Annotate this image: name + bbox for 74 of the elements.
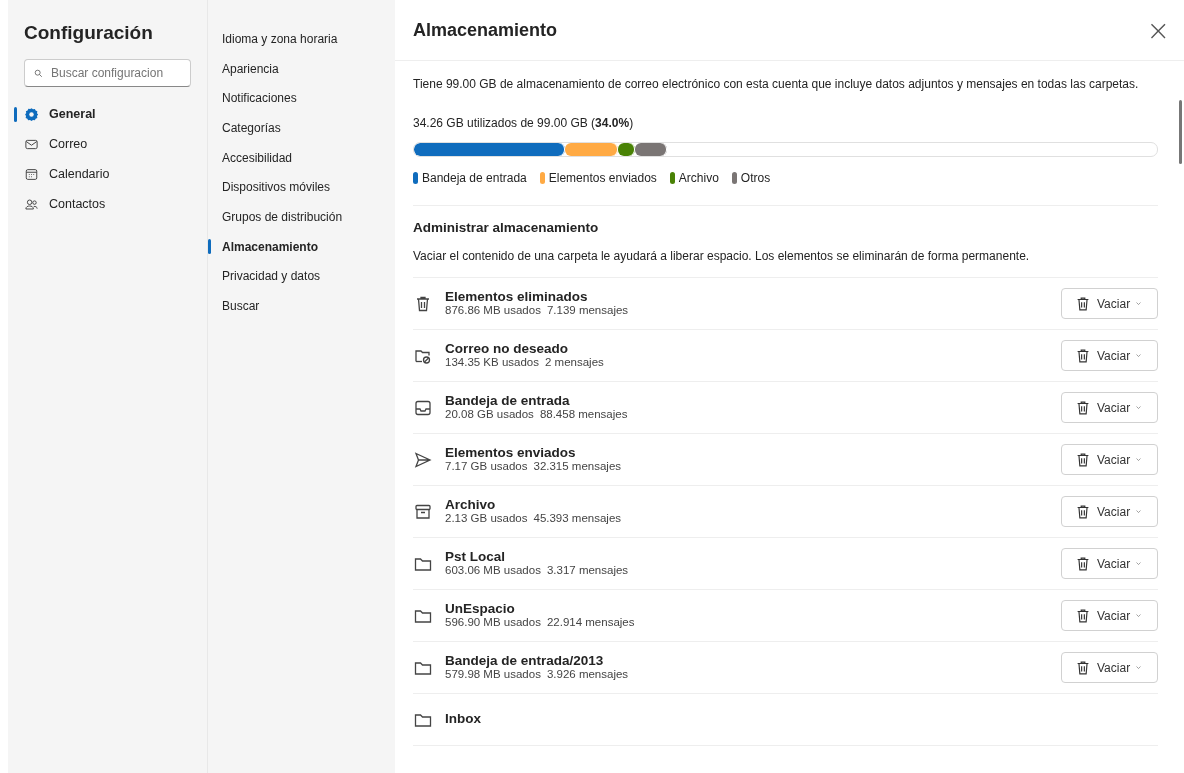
sidebar-item[interactable]: General xyxy=(24,99,191,129)
folder-name: Bandeja de entrada xyxy=(445,393,571,408)
message-count: 2 mensajes xyxy=(545,356,604,368)
empty-folder-button[interactable]: Vaciar xyxy=(1061,444,1158,475)
folder-size: 876.86 MB usados xyxy=(445,304,541,316)
folder-size: 134.35 KB usados xyxy=(445,356,539,368)
folder-size: 579.98 MB usados xyxy=(445,668,541,680)
legend-label: Elementos enviados xyxy=(548,171,657,185)
usage-summary: 34.26 GB utilizados de 99.00 GB (34.0%) xyxy=(413,115,635,132)
subnav-item[interactable]: Grupos de distribución xyxy=(208,202,395,232)
folder-size: 20.08 GB usados xyxy=(445,408,534,420)
subnav-item[interactable]: Buscar xyxy=(208,291,395,321)
close-button[interactable]: × xyxy=(1142,13,1174,47)
message-count: 88.458 mensajes xyxy=(539,408,628,420)
subnav-item[interactable]: Almacenamiento xyxy=(208,231,395,262)
legend-label: Archivo xyxy=(678,171,719,185)
empty-folder-button[interactable]: Vaciar xyxy=(1061,392,1158,423)
chevron-down-icon xyxy=(1135,457,1143,462)
subnav-item[interactable]: Apariencia xyxy=(208,53,395,84)
empty-folder-button[interactable]: Vaciar xyxy=(1061,288,1158,319)
folder-size: 603.06 MB usados xyxy=(445,564,541,576)
storage-description: Tiene 99.00 GB de almacenamiento de correo electrónico con esta cuenta que incluye datos adjuntos y mensajes en todas las carpetas. xyxy=(413,76,1140,93)
legend-label: Otros xyxy=(740,171,771,185)
section-title: Administrar almacenamiento xyxy=(413,220,600,235)
sidebar-item[interactable]: Calendario xyxy=(24,159,191,189)
folder-name: Pst Local xyxy=(445,549,507,564)
subnav-item[interactable]: Categorías xyxy=(208,113,395,143)
chevron-down-icon xyxy=(1135,561,1143,566)
folder-name: Bandeja de entrada/2013 xyxy=(445,653,605,668)
sidebar-item[interactable]: Correo xyxy=(24,129,191,159)
empty-folder-button[interactable]: Vaciar xyxy=(1061,496,1158,527)
sidebar-item[interactable]: Contactos xyxy=(24,189,191,219)
empty-folder-button[interactable]: Vaciar xyxy=(1061,652,1158,683)
folder-name: Correo no deseado xyxy=(445,341,570,356)
settings-title: Configuración xyxy=(24,22,154,44)
search-field[interactable]: Buscar configuracion xyxy=(24,59,191,87)
subnav-item[interactable]: Dispositivos móviles xyxy=(208,172,395,203)
folder-name: Elementos eliminados xyxy=(445,289,589,304)
panel-title: Almacenamiento xyxy=(413,19,558,41)
chevron-down-icon xyxy=(1135,353,1143,358)
chevron-down-icon xyxy=(1135,301,1143,306)
selection-indicator xyxy=(14,107,17,122)
message-count: 7.139 mensajes xyxy=(546,304,629,316)
folder-name: Inbox xyxy=(445,711,482,726)
message-count: 3.926 mensajes xyxy=(546,668,629,680)
empty-folder-button[interactable]: Vaciar xyxy=(1061,340,1158,371)
empty-folder-button[interactable]: Vaciar xyxy=(1061,548,1158,579)
message-count: 45.393 mensajes xyxy=(533,512,622,524)
subnav-item[interactable]: Accesibilidad xyxy=(208,142,395,173)
folder-size: 7.17 GB usados xyxy=(445,460,528,472)
chevron-down-icon xyxy=(1135,405,1143,410)
chevron-down-icon xyxy=(1135,613,1143,618)
empty-folder-button[interactable]: Vaciar xyxy=(1061,600,1158,631)
chevron-down-icon xyxy=(1135,509,1143,514)
legend-label: Bandeja de entrada xyxy=(422,171,527,185)
folder-size: 2.13 GB usados xyxy=(445,512,528,524)
section-description: Vaciar el contenido de una carpeta le ayudará a liberar espacio. Los elementos se eliminarán de forma permanente. xyxy=(413,247,1158,278)
message-count: 32.315 mensajes xyxy=(533,460,622,472)
scrollbar-thumb[interactable] xyxy=(1179,100,1182,164)
search-icon xyxy=(33,68,44,79)
subnav-item[interactable]: Idioma y zona horaria xyxy=(208,24,395,54)
calendar-icon xyxy=(24,166,39,182)
folder-name: Archivo xyxy=(445,497,497,512)
folder-name: Elementos enviados xyxy=(445,445,577,460)
people-icon xyxy=(24,196,39,212)
subnav-item[interactable]: Notificaciones xyxy=(208,83,395,114)
subnav-item[interactable]: Privacidad y datos xyxy=(208,261,395,292)
folder-name: UnEspacio xyxy=(445,601,516,616)
chevron-down-icon xyxy=(1135,665,1143,670)
message-count: 22.914 mensajes xyxy=(546,616,635,628)
selection-indicator xyxy=(208,238,211,254)
gear-icon xyxy=(24,106,39,122)
folder-size: 596.90 MB usados xyxy=(445,616,541,628)
message-count: 3.317 mensajes xyxy=(546,564,629,576)
